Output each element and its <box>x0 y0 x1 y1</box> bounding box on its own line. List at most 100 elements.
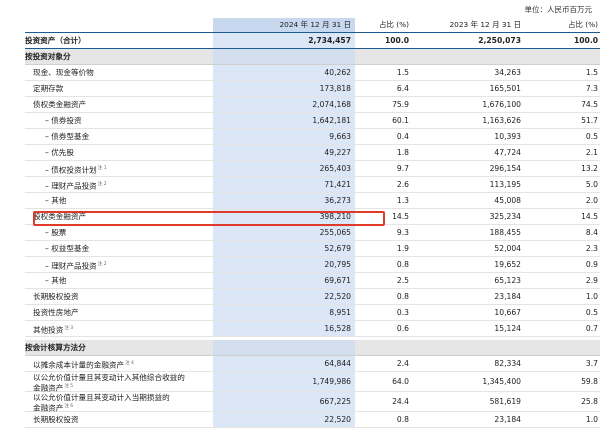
share-2023: 51.7 <box>581 116 598 125</box>
value-2023: 188,455 <box>489 228 521 237</box>
table-row: – 债券投资 1,642,181 60.1 1,163,626 51.7 <box>25 113 600 129</box>
row-label-wrap: – 债权投资计划注 1 <box>25 161 233 176</box>
footnote-marker: 注 6 <box>64 404 74 409</box>
share-2024: 9.3 <box>396 228 409 237</box>
value-2024: 16,528 <box>213 321 355 336</box>
row-label-wrap: 以公允价值计量且其变动计入其他综合收益的 金融资产注 5 <box>25 372 221 393</box>
row-label: 以公允价值计量且其变动计入其他综合收益的 <box>33 373 185 382</box>
row-label: 以摊余成本计量的金融资产 <box>33 360 125 370</box>
share-2024: 2.5 <box>396 276 409 285</box>
value-2023: 19,652 <box>494 260 521 269</box>
footnote-marker: 注 4 <box>125 361 134 366</box>
table-row: – 债券型基金 9,663 0.4 10,393 0.5 <box>25 129 600 145</box>
share-2024: 2.4 <box>396 359 409 368</box>
share-2023: 2.0 <box>585 196 598 205</box>
value-2024: 40,262 <box>213 65 355 80</box>
share-2024: 2.6 <box>396 180 409 189</box>
share-2023: 1.0 <box>585 415 598 424</box>
table-row: 以公允价值计量且其变动计入其他综合收益的 金融资产注 5 1,749,986 64… <box>25 372 600 393</box>
table-row: 以摊余成本计量的金融资产注 4 64,844 2.4 82,334 3.7 <box>25 356 600 372</box>
row-label: 以公允价值计量且其变动计入当期损益的 <box>33 393 170 402</box>
share-2023: 25.8 <box>581 397 598 406</box>
table-row-total: 投资资产（合计） 2,734,457 100.0 2,250,073 100.0 <box>25 33 600 49</box>
value-2023: 23,184 <box>494 292 521 301</box>
table-row: – 优先股 49,227 1.8 47,724 2.1 <box>25 145 600 161</box>
row-label-wrap: – 理财产品投资注 2 <box>25 177 233 192</box>
table-row: – 理财产品投资注 2 71,421 2.6 113,195 5.0 <box>25 177 600 193</box>
footnote-marker: 注 2 <box>97 262 107 267</box>
share-2023: 0.9 <box>585 260 598 269</box>
row-label: 现金、现金等价物 <box>33 68 94 77</box>
share-2024: 75.9 <box>392 100 409 109</box>
value-2023: 34,263 <box>494 68 521 77</box>
share-2024: 1.5 <box>396 68 409 77</box>
value-2023: 47,724 <box>494 148 521 157</box>
share-2024: 0.6 <box>396 324 409 333</box>
row-label-wrap: – 理财产品投资注 2 <box>25 257 233 272</box>
row-label-wrap: 其他投资注 3 <box>25 321 221 336</box>
value-2024: 1,642,181 <box>213 113 355 128</box>
section-by-accounting-method: 按会计核算方法分 <box>25 340 600 356</box>
share-2024: 1.9 <box>396 244 409 253</box>
value-2023: 23,184 <box>494 415 521 424</box>
table-row: – 理财产品投资注 2 20,795 0.8 19,652 0.9 <box>25 257 600 273</box>
share-2024: 24.4 <box>392 397 409 406</box>
header-2024: 2024 年 12 月 31 日 <box>213 18 355 32</box>
share-2023: 0.5 <box>585 132 598 141</box>
value-2024: 173,818 <box>213 81 355 96</box>
value-2024: 49,227 <box>213 145 355 160</box>
section-title: 按投资对象分 <box>25 52 71 61</box>
share-2023: 13.2 <box>581 164 598 173</box>
value-2024: 20,795 <box>213 257 355 272</box>
footnote-marker: 注 2 <box>97 182 107 187</box>
share-2023: 74.5 <box>581 100 598 109</box>
share-2024: 0.3 <box>396 308 409 317</box>
value-2023: 15,124 <box>494 324 521 333</box>
header-2023: 2023 年 12 月 31 日 <box>449 20 521 29</box>
footnote-marker: 注 5 <box>64 384 74 389</box>
table-row: – 其他 69,671 2.5 65,123 2.9 <box>25 273 600 289</box>
share-2023: 5.0 <box>585 180 598 189</box>
table-row: – 债权投资计划注 1 265,403 9.7 296,154 13.2 <box>25 161 600 177</box>
share-2024: 100.0 <box>384 36 409 45</box>
value-2023: 52,004 <box>494 244 521 253</box>
value-2023: 2,250,073 <box>478 36 521 45</box>
share-2023: 1.0 <box>585 292 598 301</box>
table-row: 定期存款 173,818 6.4 165,501 7.3 <box>25 81 600 97</box>
share-2023: 7.3 <box>585 84 598 93</box>
table-row: 其他投资注 3 16,528 0.6 15,124 0.7 <box>25 321 600 337</box>
share-2024: 0.4 <box>396 132 409 141</box>
value-2023: 45,008 <box>494 196 521 205</box>
row-label: – 债券型基金 <box>45 132 90 141</box>
share-2023: 2.3 <box>585 244 598 253</box>
row-label-wrap: 以公允价值计量且其变动计入当期损益的 金融资产注 6 <box>25 392 221 413</box>
share-2024: 6.4 <box>396 84 409 93</box>
section-blank <box>213 340 355 355</box>
value-2023: 1,676,100 <box>482 100 521 109</box>
value-2023: 10,393 <box>494 132 521 141</box>
row-label: 其他投资 <box>33 325 64 335</box>
value-2024: 2,734,457 <box>213 33 355 48</box>
share-2024: 9.7 <box>396 164 409 173</box>
share-2024: 1.3 <box>396 196 409 205</box>
row-label: 长期股权投资 <box>33 415 79 424</box>
row-label: 定期存款 <box>33 84 64 93</box>
value-2024: 22,520 <box>213 289 355 304</box>
value-2024: 255,065 <box>213 225 355 240</box>
value-2024: 36,273 <box>213 193 355 208</box>
share-2023: 1.5 <box>585 68 598 77</box>
share-2023: 14.5 <box>581 212 598 221</box>
value-2023: 581,619 <box>489 397 521 406</box>
value-2023: 65,123 <box>494 276 521 285</box>
value-2023: 10,667 <box>494 308 521 317</box>
table-row: 现金、现金等价物 40,262 1.5 34,263 1.5 <box>25 65 600 81</box>
share-2023: 3.7 <box>585 359 598 368</box>
footnote-marker: 注 1 <box>97 166 107 171</box>
table-row-stocks: – 股票 255,065 9.3 188,455 8.4 <box>25 225 600 241</box>
header-label-cell <box>25 18 213 32</box>
footnote-marker: 注 3 <box>64 326 74 331</box>
table-row: 投资性房地产 8,951 0.3 10,667 0.5 <box>25 305 600 321</box>
row-label: – 权益型基金 <box>45 244 90 253</box>
share-2023: 0.5 <box>585 308 598 317</box>
share-2024: 0.8 <box>396 292 409 301</box>
